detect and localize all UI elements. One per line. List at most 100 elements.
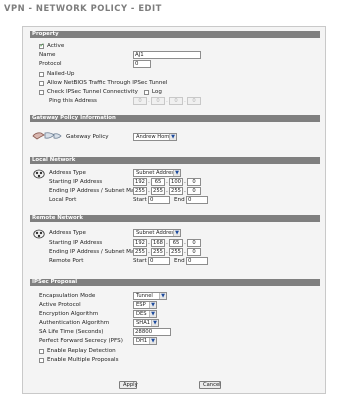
check-connectivity-label: Check IPSec Tunnel Connectivity bbox=[47, 89, 138, 95]
remote-address-type-label: Address Type bbox=[49, 230, 86, 236]
ping-octet-1[interactable]: 0 bbox=[133, 97, 147, 105]
encapsulation-label: Encapsulation Mode bbox=[39, 293, 96, 299]
chevron-down-icon: ▼ bbox=[169, 134, 176, 140]
nailed-up-checkbox[interactable] bbox=[39, 71, 44, 77]
ping-octet-2[interactable]: 0 bbox=[151, 97, 165, 105]
local-port-end-input[interactable]: 0 bbox=[186, 196, 208, 204]
chevron-down-icon: ▼ bbox=[149, 311, 156, 317]
remote-port-label: Remote Port bbox=[49, 258, 84, 264]
ipsec-proposal-section: IPSec Proposal bbox=[30, 279, 320, 286]
active-label: Active bbox=[47, 43, 65, 49]
local-start-octet-1[interactable]: 192 bbox=[133, 178, 147, 186]
multiple-proposals-checkbox[interactable] bbox=[39, 357, 44, 363]
local-end-octet-3[interactable]: 255 bbox=[169, 187, 183, 195]
local-start-ip-label: Starting IP Address bbox=[49, 179, 103, 185]
chevron-down-icon: ▼ bbox=[173, 230, 180, 236]
local-port-start-label: Start bbox=[133, 197, 147, 203]
ping-octet-3[interactable]: 0 bbox=[169, 97, 183, 105]
gateway-policy-select[interactable]: Andrew Home ▼ bbox=[133, 133, 177, 141]
check-connectivity-checkbox[interactable] bbox=[39, 89, 44, 95]
local-end-octet-1[interactable]: 255 bbox=[133, 187, 147, 195]
active-protocol-label: Active Protocol bbox=[39, 302, 81, 308]
active-checkbox[interactable] bbox=[39, 42, 45, 49]
local-port-end-label: End bbox=[174, 197, 185, 203]
remote-network-section: Remote Network bbox=[30, 215, 320, 222]
local-end-ip-label: Ending IP Address / Subnet Mask bbox=[49, 188, 141, 194]
local-start-octet-3[interactable]: 100 bbox=[169, 178, 183, 186]
replay-detection-checkbox[interactable] bbox=[39, 348, 44, 354]
edit-form: Property Active Name AJ1 Protocol 0 Nail… bbox=[22, 26, 326, 394]
local-address-type-label: Address Type bbox=[49, 170, 86, 176]
local-start-octet-2[interactable]: 65 bbox=[151, 178, 165, 186]
remote-end-ip-input[interactable]: 255. 255. 255. 0 bbox=[133, 248, 201, 256]
local-network-header: Local Network bbox=[30, 157, 320, 164]
chevron-down-icon: ▼ bbox=[149, 338, 156, 344]
chevron-down-icon: ▼ bbox=[173, 170, 180, 176]
protocol-input[interactable]: 0 bbox=[133, 60, 151, 68]
remote-start-octet-2[interactable]: 168 bbox=[151, 239, 165, 247]
remote-address-type-select[interactable]: Subnet Address ▼ bbox=[133, 229, 181, 237]
ping-label: Ping this Address bbox=[49, 98, 97, 104]
remote-network-header: Remote Network bbox=[30, 215, 320, 222]
chevron-down-icon: ▼ bbox=[149, 302, 156, 308]
remote-port-start-input[interactable]: 0 bbox=[148, 257, 170, 265]
netbios-row: Allow NetBIOS Traffic Through IPSec Tunn… bbox=[39, 79, 167, 87]
chevron-down-icon: ▼ bbox=[159, 293, 166, 299]
remote-start-octet-4[interactable]: 0 bbox=[187, 239, 201, 247]
active-protocol-select[interactable]: ESP ▼ bbox=[133, 301, 157, 309]
remote-end-octet-1[interactable]: 255 bbox=[133, 248, 147, 256]
multiple-proposals-row: Enable Multiple Proposals bbox=[39, 356, 119, 364]
encapsulation-select[interactable]: Tunnel ▼ bbox=[133, 292, 167, 300]
log-checkbox[interactable] bbox=[143, 89, 149, 95]
replay-detection-label: Enable Replay Detection bbox=[47, 348, 116, 354]
encryption-algorithm-value: DES bbox=[136, 311, 147, 317]
remote-port-end-input[interactable]: 0 bbox=[186, 257, 208, 265]
encryption-algorithm-select[interactable]: DES ▼ bbox=[133, 310, 157, 318]
remote-start-ip-input[interactable]: 192. 168. 65. 0 bbox=[133, 239, 201, 247]
local-port-start-input[interactable]: 0 bbox=[148, 196, 170, 204]
remote-end-octet-3[interactable]: 255 bbox=[169, 248, 183, 256]
local-end-ip-input[interactable]: 255. 255. 255. 0 bbox=[133, 187, 201, 195]
remote-end-octet-2[interactable]: 255 bbox=[151, 248, 165, 256]
log-label: Log bbox=[151, 89, 162, 95]
multiple-proposals-label: Enable Multiple Proposals bbox=[47, 357, 119, 363]
chevron-down-icon: ▼ bbox=[151, 320, 158, 326]
pfs-select[interactable]: DH1 ▼ bbox=[133, 337, 157, 345]
remote-port-start-label: Start bbox=[133, 258, 147, 264]
apply-button[interactable]: Apply bbox=[119, 381, 138, 389]
cancel-button[interactable]: Cancel bbox=[199, 381, 221, 389]
sa-lifetime-label: SA Life Time (Seconds) bbox=[39, 329, 104, 335]
remote-start-octet-3[interactable]: 65 bbox=[169, 239, 183, 247]
active-protocol-value: ESP bbox=[136, 302, 146, 308]
ping-address-input[interactable]: 0. 0. 0. 0 bbox=[133, 97, 201, 105]
local-address-type-value: Subnet Address bbox=[136, 170, 177, 176]
active-row: Active bbox=[39, 42, 64, 50]
local-end-octet-4[interactable]: 0 bbox=[187, 187, 201, 195]
nailed-up-row: Nailed-Up bbox=[39, 70, 74, 78]
encryption-algorithm-label: Encryption Algorithm bbox=[39, 311, 99, 317]
pfs-label: Perfect Forward Secrecy (PFS) bbox=[39, 338, 123, 344]
local-network-icon bbox=[33, 169, 45, 179]
page-title: VPN - NETWORK POLICY - EDIT bbox=[4, 3, 162, 13]
pfs-value: DH1 bbox=[136, 338, 148, 344]
local-end-octet-2[interactable]: 255 bbox=[151, 187, 165, 195]
local-network-section: Local Network bbox=[30, 157, 320, 164]
nailed-up-label: Nailed-Up bbox=[47, 71, 75, 77]
remote-start-octet-1[interactable]: 192 bbox=[133, 239, 147, 247]
local-start-ip-input[interactable]: 192. 65. 100. 0 bbox=[133, 178, 201, 186]
name-input[interactable]: AJ1 bbox=[133, 51, 201, 59]
authentication-algorithm-label: Authentication Algorithm bbox=[39, 320, 110, 326]
netbios-checkbox[interactable] bbox=[39, 80, 44, 86]
authentication-algorithm-select[interactable]: SHA1 ▼ bbox=[133, 319, 159, 327]
remote-end-octet-4[interactable]: 0 bbox=[187, 248, 201, 256]
encapsulation-value: Tunnel bbox=[136, 293, 153, 299]
ping-octet-4[interactable]: 0 bbox=[187, 97, 201, 105]
local-port-label: Local Port bbox=[49, 197, 77, 203]
remote-address-type-value: Subnet Address bbox=[136, 230, 177, 236]
sa-lifetime-input[interactable]: 28800 bbox=[133, 328, 171, 336]
local-address-type-select[interactable]: Subnet Address ▼ bbox=[133, 169, 181, 177]
gateway-policy-value: Andrew Home bbox=[136, 134, 173, 140]
name-label: Name bbox=[39, 52, 56, 58]
authentication-algorithm-value: SHA1 bbox=[136, 320, 151, 326]
local-start-octet-4[interactable]: 0 bbox=[187, 178, 201, 186]
